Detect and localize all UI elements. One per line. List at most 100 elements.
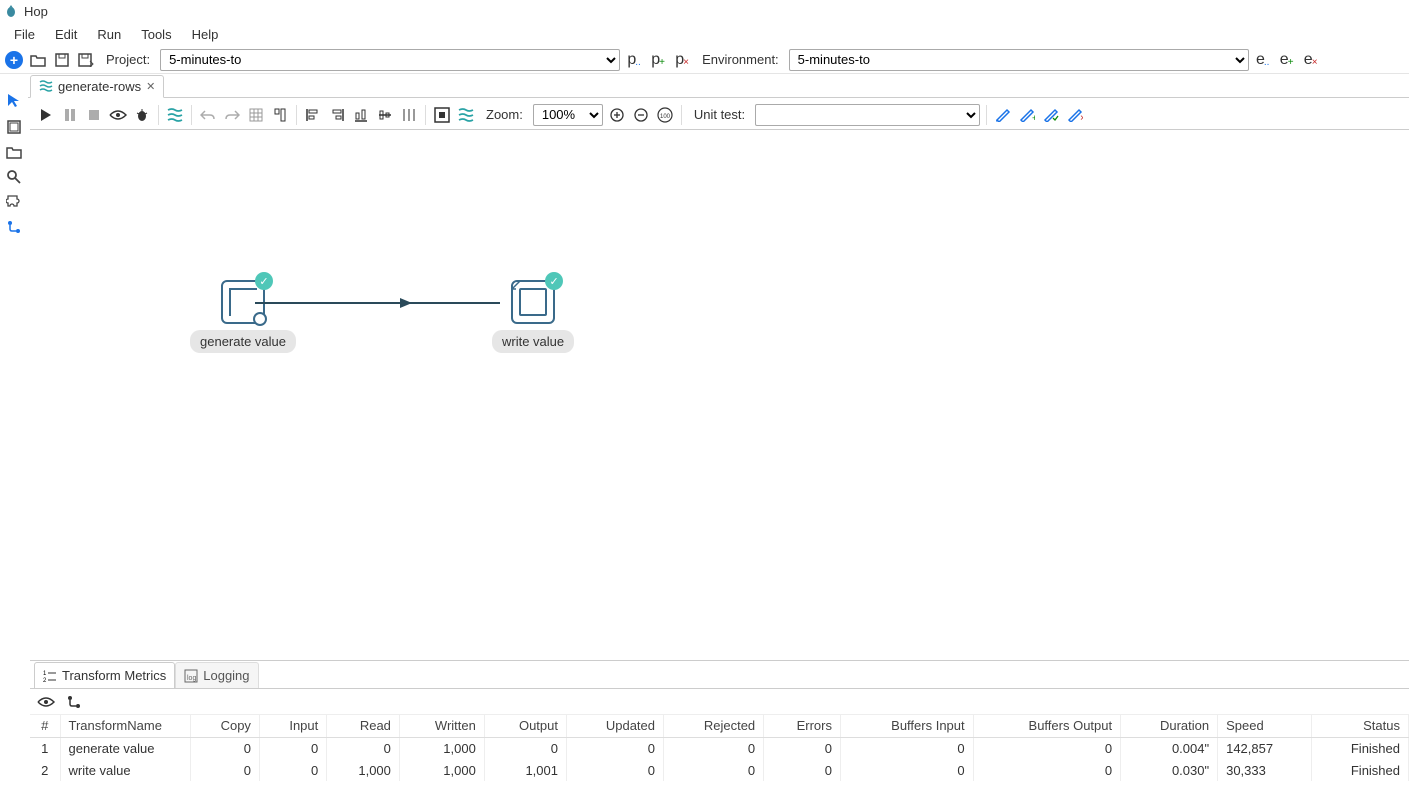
success-badge-icon: ✓ [545, 272, 563, 290]
titlebar: Hop [0, 0, 1409, 22]
hop-arrow[interactable] [255, 302, 500, 304]
tab-label: generate-rows [58, 79, 141, 94]
node-label: generate value [190, 330, 296, 353]
unit-test-label: Unit test: [688, 107, 751, 122]
col-status[interactable]: Status [1311, 715, 1408, 737]
col-output[interactable]: Output [484, 715, 566, 737]
success-badge-icon: ✓ [255, 272, 273, 290]
align-bottom-icon[interactable] [375, 105, 395, 125]
col-speed[interactable]: Speed [1218, 715, 1312, 737]
environment-select[interactable]: 5-minutes-to [789, 49, 1249, 71]
svg-text:+: + [1032, 113, 1035, 122]
extension-icon[interactable] [2, 190, 26, 214]
pipeline-icon2[interactable] [165, 105, 185, 125]
env-delete-icon[interactable]: e× [1301, 50, 1321, 70]
zoom-out-icon[interactable] [631, 105, 651, 125]
fit-icon[interactable] [432, 105, 452, 125]
cursor-icon[interactable] [2, 88, 26, 112]
zoom-select[interactable]: 100% [533, 104, 603, 126]
metrics-tools [30, 689, 1409, 715]
redo-icon[interactable] [222, 105, 242, 125]
pipeline-icon [39, 80, 53, 92]
node-generate-value[interactable]: ✓ generate value [190, 280, 296, 353]
hop-logo-icon [4, 4, 18, 18]
col-input[interactable]: Input [259, 715, 326, 737]
unit-test-select[interactable] [755, 104, 980, 126]
tab-transform-metrics[interactable]: 12 Transform Metrics [34, 662, 175, 688]
zoom-100-icon[interactable]: 100 [655, 105, 675, 125]
distribute-icon[interactable] [399, 105, 419, 125]
perspective-icon[interactable] [2, 115, 26, 139]
align-left-icon[interactable] [303, 105, 323, 125]
undo-icon[interactable] [198, 105, 218, 125]
table-header-row: # TransformName Copy Input Read Written … [30, 715, 1409, 737]
save-as-icon[interactable] [76, 50, 96, 70]
pipeline-icon3[interactable] [456, 105, 476, 125]
project-delete-icon[interactable]: p× [672, 50, 692, 70]
col-num[interactable]: # [30, 715, 60, 737]
app-title: Hop [24, 4, 48, 19]
view-icon[interactable] [36, 692, 56, 712]
project-add-icon[interactable]: p+ [648, 50, 668, 70]
align-top-icon[interactable] [351, 105, 371, 125]
svg-text:100: 100 [660, 114, 671, 120]
col-bufin[interactable]: Buffers Input [840, 715, 973, 737]
canvas-toolbar: Zoom: 100% 100 Unit test: + × [30, 100, 1409, 130]
svg-text:2: 2 [43, 678, 47, 683]
project-edit-icon[interactable]: p.. [624, 50, 644, 70]
col-duration[interactable]: Duration [1121, 715, 1218, 737]
debug-icon[interactable] [132, 105, 152, 125]
node-write-value[interactable]: ✓ write value [492, 280, 574, 353]
menu-edit[interactable]: Edit [45, 25, 87, 44]
tab-generate-rows[interactable]: generate-rows ✕ [30, 75, 164, 98]
env-add-icon[interactable]: e+ [1277, 50, 1297, 70]
bottom-tabs: 12 Transform Metrics log Logging [30, 661, 1409, 689]
file-tabs: generate-rows ✕ [0, 74, 1409, 98]
run-icon[interactable] [36, 105, 56, 125]
environment-label: Environment: [696, 52, 785, 67]
preview-icon[interactable] [108, 105, 128, 125]
svg-text:log: log [187, 675, 196, 682]
test-add-icon[interactable]: + [1017, 105, 1037, 125]
save-icon[interactable] [52, 50, 72, 70]
col-bufout[interactable]: Buffers Output [973, 715, 1120, 737]
menu-file[interactable]: File [4, 25, 45, 44]
grid-icon[interactable] [246, 105, 266, 125]
project-select[interactable]: 5-minutes-to [160, 49, 620, 71]
stop-icon[interactable] [84, 105, 104, 125]
menubar: File Edit Run Tools Help [0, 22, 1409, 46]
test-check-icon[interactable] [1041, 105, 1061, 125]
menu-help[interactable]: Help [182, 25, 229, 44]
table-row[interactable]: 1 generate value 0 0 0 1,000 0 0 0 0 0 0… [30, 737, 1409, 759]
test-edit-icon[interactable] [993, 105, 1013, 125]
col-name[interactable]: TransformName [60, 715, 190, 737]
align-right-icon[interactable] [327, 105, 347, 125]
col-written[interactable]: Written [399, 715, 484, 737]
canvas[interactable]: ✓ generate value ✓ write value [30, 130, 1409, 660]
arrow-head-icon [400, 298, 412, 308]
zoom-in-icon[interactable] [607, 105, 627, 125]
env-edit-icon[interactable]: e.. [1253, 50, 1273, 70]
close-icon[interactable]: ✕ [146, 80, 155, 93]
menu-tools[interactable]: Tools [131, 25, 181, 44]
align-icon[interactable] [270, 105, 290, 125]
svg-text:×: × [1080, 113, 1083, 122]
tab-logging[interactable]: log Logging [175, 662, 258, 688]
sniff-icon[interactable] [64, 692, 84, 712]
test-delete-icon[interactable]: × [1065, 105, 1085, 125]
open-icon[interactable] [28, 50, 48, 70]
workflow-icon[interactable] [2, 215, 26, 239]
col-updated[interactable]: Updated [567, 715, 664, 737]
metrics-table: # TransformName Copy Input Read Written … [30, 715, 1409, 781]
col-copy[interactable]: Copy [190, 715, 259, 737]
table-row[interactable]: 2 write value 0 0 1,000 1,000 1,001 0 0 … [30, 759, 1409, 781]
pause-icon[interactable] [60, 105, 80, 125]
sidebar [0, 75, 28, 635]
search-icon[interactable] [2, 165, 26, 189]
menu-run[interactable]: Run [87, 25, 131, 44]
col-read[interactable]: Read [327, 715, 400, 737]
new-button[interactable]: + [4, 50, 24, 70]
col-rejected[interactable]: Rejected [664, 715, 764, 737]
folder-icon[interactable] [2, 140, 26, 164]
col-errors[interactable]: Errors [764, 715, 841, 737]
